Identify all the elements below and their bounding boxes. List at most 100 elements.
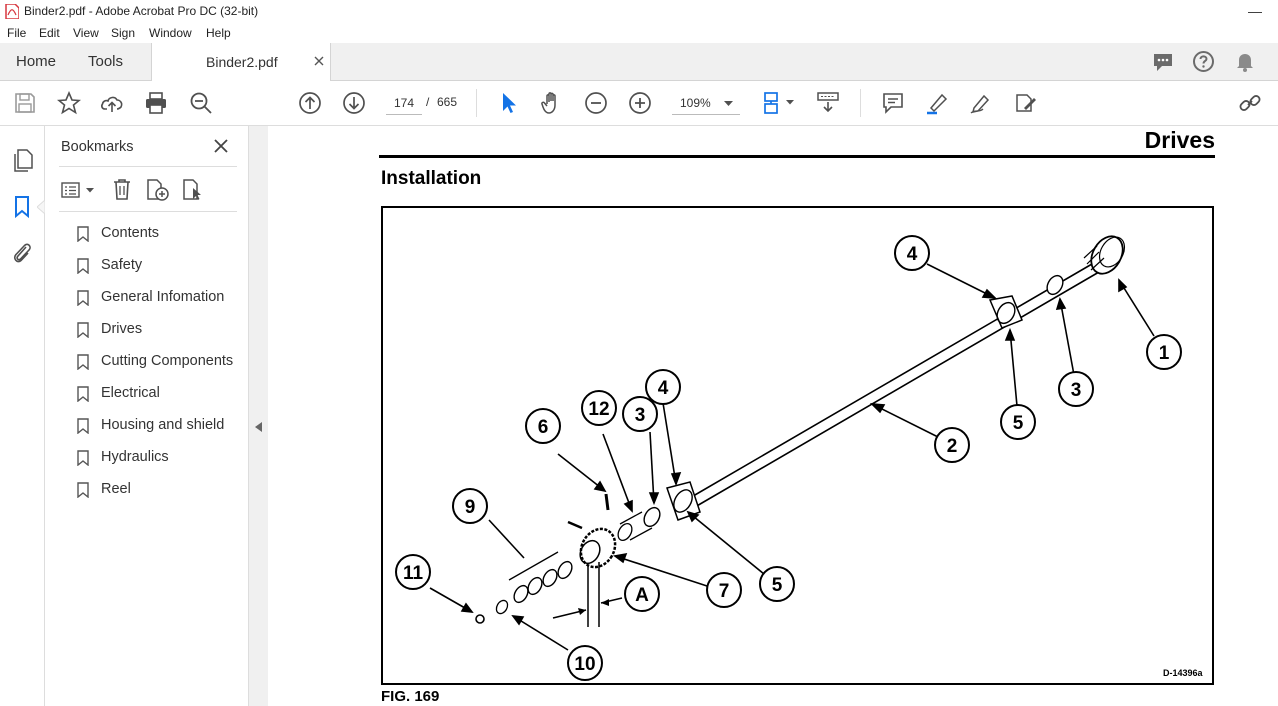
drawing-id: D-14396a — [1163, 668, 1203, 678]
bookmark-ribbon-icon — [77, 354, 89, 370]
section-title: Drives — [1144, 127, 1215, 153]
bookmark-label: Electrical — [101, 385, 160, 401]
close-panel-icon[interactable] — [214, 139, 228, 153]
tab-document-label: Binder2.pdf — [206, 54, 278, 70]
toolbar-divider — [860, 89, 861, 117]
page-number-input[interactable]: 174 — [386, 93, 422, 115]
callout-label: 4 — [658, 378, 669, 399]
heading-rule — [379, 155, 1215, 158]
tab-document[interactable]: Binder2.pdf — [151, 43, 331, 82]
page-layout-chevron-icon[interactable] — [786, 100, 794, 105]
menu-help[interactable]: Help — [206, 26, 231, 40]
menu-sign[interactable]: Sign — [111, 26, 135, 40]
title-bar: Binder2.pdf - Adobe Acrobat Pro DC (32-b… — [0, 0, 1278, 23]
zoom-search-icon[interactable] — [189, 91, 213, 115]
draw-freeform-icon[interactable] — [969, 91, 993, 115]
bookmark-label: Hydraulics — [101, 449, 169, 465]
highlight-pen-icon[interactable] — [925, 91, 949, 115]
comment-bubble-icon[interactable] — [1152, 51, 1174, 73]
help-icon[interactable] — [1192, 50, 1215, 73]
share-link-icon[interactable] — [1238, 91, 1262, 115]
bookmarks-panel-title: Bookmarks — [61, 139, 134, 155]
panel-divider — [59, 211, 237, 212]
close-tab-icon[interactable] — [314, 56, 324, 66]
bookmark-label: Contents — [101, 225, 160, 241]
bookmark-label: Drives — [101, 321, 143, 337]
menu-bar: File Edit View Sign Window Help — [0, 23, 1278, 43]
next-page-icon[interactable] — [342, 91, 366, 115]
total-pages: 665 — [437, 95, 458, 109]
save-icon[interactable] — [13, 91, 37, 115]
zoom-value: 109% — [680, 96, 711, 110]
active-panel-pointer — [37, 200, 45, 214]
bookmark-ribbon-icon — [77, 418, 89, 434]
new-bookmark-icon[interactable] — [146, 178, 170, 202]
tab-home[interactable]: Home — [16, 53, 56, 70]
bookmark-ribbon-icon — [77, 290, 89, 306]
bookmark-label: Safety — [101, 257, 143, 273]
notification-bell-icon[interactable] — [1235, 51, 1255, 73]
figure-frame: 1 2 3 4 5 3 4 5 7 12 6 9 11 10 A — [381, 206, 1214, 685]
find-bookmark-icon[interactable] — [182, 178, 206, 202]
select-cursor-icon[interactable] — [497, 91, 521, 115]
bookmarks-icon[interactable] — [14, 195, 30, 219]
zoom-select[interactable]: 109% — [672, 93, 740, 115]
callout-label: 12 — [588, 399, 609, 420]
minimize-button[interactable]: — — [1232, 0, 1278, 23]
fill-sign-icon[interactable] — [1013, 91, 1037, 115]
panel-divider — [59, 166, 237, 167]
tab-tools[interactable]: Tools — [88, 53, 123, 70]
page-layout-icon[interactable] — [762, 91, 786, 115]
chevron-down-icon — [724, 101, 733, 106]
panel-collapse-handle[interactable] — [249, 126, 268, 706]
callout-label: 5 — [772, 575, 783, 596]
bookmarks-panel: Bookmarks Contents Safety General Infoma… — [45, 126, 249, 706]
hand-tool-icon[interactable] — [540, 91, 564, 115]
add-comment-icon[interactable] — [881, 91, 905, 115]
callout-label: 1 — [1159, 343, 1170, 364]
star-icon[interactable] — [56, 90, 82, 115]
window-title: Binder2.pdf - Adobe Acrobat Pro DC (32-b… — [24, 4, 259, 18]
zoom-in-icon[interactable] — [628, 91, 652, 115]
bookmark-label: Housing and shield — [101, 417, 225, 433]
menu-view[interactable]: View — [73, 26, 99, 40]
page-heading: Installation — [381, 168, 482, 189]
callout-label: 5 — [1013, 413, 1024, 434]
callout-label: 9 — [465, 497, 476, 518]
attachment-paperclip-icon[interactable] — [11, 241, 33, 265]
callout-label: 7 — [719, 581, 730, 602]
page-thumbnails-icon[interactable] — [12, 148, 34, 172]
callout-label: 11 — [403, 563, 424, 584]
callout-label: 2 — [947, 436, 958, 457]
callout-label: 3 — [1071, 380, 1082, 401]
drive-shaft-exploded-diagram: 1 2 3 4 5 3 4 5 7 12 6 9 11 10 A — [395, 235, 1182, 681]
bookmark-label: Reel — [101, 481, 131, 497]
callout-label: 4 — [907, 244, 918, 265]
bookmark-ribbon-icon — [77, 322, 89, 338]
cloud-upload-icon[interactable] — [100, 91, 124, 115]
menu-window[interactable]: Window — [149, 26, 192, 40]
bookmark-ribbon-icon — [77, 450, 89, 466]
callout-label: A — [635, 585, 649, 606]
menu-edit[interactable]: Edit — [39, 26, 60, 40]
print-icon[interactable] — [144, 91, 168, 115]
bookmark-options-icon[interactable] — [61, 180, 97, 200]
bookmark-label: General Infomation — [101, 289, 225, 305]
page-separator: / — [426, 95, 430, 109]
callout-label: 3 — [635, 405, 646, 426]
delete-bookmark-icon[interactable] — [112, 178, 132, 200]
collapse-left-icon — [255, 422, 262, 432]
menu-file[interactable]: File — [7, 26, 26, 40]
bookmark-label: Cutting Components — [101, 353, 234, 369]
bookmark-ribbon-icon — [77, 386, 89, 402]
scroll-mode-icon[interactable] — [816, 91, 840, 115]
toolbar-divider — [476, 89, 477, 117]
bookmark-ribbon-icon — [77, 226, 89, 242]
tab-bar: Home Tools Binder2.pdf — [0, 43, 1278, 82]
bookmark-ribbon-icon — [77, 482, 89, 498]
navigation-rail — [0, 126, 45, 706]
figure-caption: FIG. 169 — [381, 688, 440, 705]
previous-page-icon[interactable] — [298, 91, 322, 115]
acrobat-app-icon — [5, 4, 19, 19]
zoom-out-icon[interactable] — [584, 91, 608, 115]
